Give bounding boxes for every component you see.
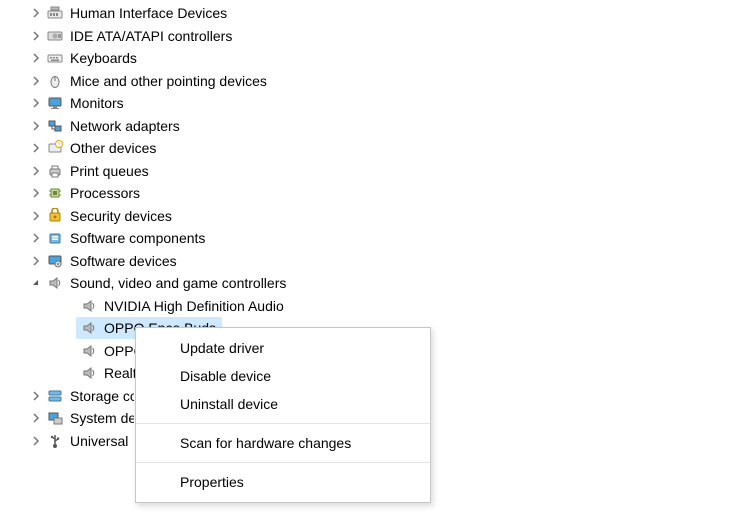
tree-node-software-components[interactable]: Software components (12, 227, 756, 250)
menu-separator (136, 423, 430, 424)
chevron-right-icon[interactable] (28, 50, 44, 66)
tree-node-label: Software devices (70, 252, 179, 270)
menu-item-disable[interactable]: Disable device (136, 362, 430, 390)
tree-node-processors[interactable]: Processors (12, 182, 756, 205)
tree-child-label: Realtek(R) Audio (104, 364, 138, 382)
menu-item-properties[interactable]: Properties (136, 468, 430, 496)
mouse-icon (46, 72, 64, 90)
tree-node-print-queues[interactable]: Print queues (12, 160, 756, 183)
tree-node-label: Network adapters (70, 117, 182, 135)
menu-item-scan[interactable]: Scan for hardware changes (136, 429, 430, 457)
speaker-icon (80, 364, 98, 382)
ide-icon (46, 27, 64, 45)
cpu-icon (46, 184, 64, 202)
network-icon (46, 117, 64, 135)
speaker-icon (80, 297, 98, 315)
storage-icon (46, 387, 64, 405)
menu-item-uninstall[interactable]: Uninstall device (136, 390, 430, 418)
svg-text:?: ? (58, 143, 61, 149)
context-menu: Update driverDisable deviceUninstall dev… (135, 327, 431, 503)
tree-node-other-devices[interactable]: ? Other devices (12, 137, 756, 160)
tree-node-ide-ata-atapi-controllers[interactable]: IDE ATA/ATAPI controllers (12, 25, 756, 48)
system-icon (46, 409, 64, 427)
monitor-icon (46, 94, 64, 112)
tree-node-label: Storage controllers (70, 387, 134, 405)
tree-node-label: Other devices (70, 139, 158, 157)
chevron-right-icon[interactable] (28, 230, 44, 246)
tree-node-label: Sound, video and game controllers (70, 274, 288, 292)
tree-child-nvidia-high-definition-audio[interactable]: NVIDIA High Definition Audio (12, 295, 756, 318)
security-icon (46, 207, 64, 225)
menu-separator (136, 462, 430, 463)
chevron-right-icon[interactable] (28, 388, 44, 404)
chevron-right-icon[interactable] (28, 185, 44, 201)
keyboard-icon (46, 49, 64, 67)
chevron-right-icon[interactable] (28, 5, 44, 21)
chevron-right-icon[interactable] (28, 118, 44, 134)
tree-node-label: Print queues (70, 162, 151, 180)
tree-node-label: Software components (70, 229, 207, 247)
chevron-right-icon[interactable] (28, 140, 44, 156)
tree-node-label: Human Interface Devices (70, 4, 229, 22)
sound-icon (46, 274, 64, 292)
tree-node-label: Keyboards (70, 49, 139, 67)
speaker-icon (80, 342, 98, 360)
chevron-right-icon[interactable] (28, 433, 44, 449)
tree-node-label: Universal Serial Bus controllers (70, 432, 130, 450)
chevron-right-icon[interactable] (28, 208, 44, 224)
component-icon (46, 229, 64, 247)
chevron-right-icon[interactable] (28, 28, 44, 44)
tree-node-keyboards[interactable]: Keyboards (12, 47, 756, 70)
other-icon: ? (46, 139, 64, 157)
tree-node-network-adapters[interactable]: Network adapters (12, 115, 756, 138)
chevron-right-icon[interactable] (28, 163, 44, 179)
tree-node-security-devices[interactable]: Security devices (12, 205, 756, 228)
usb-icon (46, 432, 64, 450)
tree-node-label: System devices (70, 409, 134, 427)
printer-icon (46, 162, 64, 180)
tree-node-software-devices[interactable]: Software devices (12, 250, 756, 273)
chevron-right-icon[interactable] (28, 253, 44, 269)
tree-node-sound-video-and-game-controllers[interactable]: Sound, video and game controllers (12, 272, 756, 295)
tree-node-monitors[interactable]: Monitors (12, 92, 756, 115)
hid-icon (46, 4, 64, 22)
tree-node-label: IDE ATA/ATAPI controllers (70, 27, 234, 45)
tree-child-label: NVIDIA High Definition Audio (104, 297, 286, 315)
tree-node-label: Security devices (70, 207, 174, 225)
tree-node-label: Monitors (70, 94, 126, 112)
chevron-right-icon[interactable] (28, 95, 44, 111)
tree-node-label: Mice and other pointing devices (70, 72, 269, 90)
speaker-icon (80, 319, 98, 337)
chevron-right-icon[interactable] (28, 73, 44, 89)
tree-node-label: Processors (70, 184, 142, 202)
softdev-icon (46, 252, 64, 270)
tree-node-mice-and-other-pointing-devices[interactable]: Mice and other pointing devices (12, 70, 756, 93)
chevron-right-icon[interactable] (28, 410, 44, 426)
menu-item-update[interactable]: Update driver (136, 334, 430, 362)
tree-node-human-interface-devices[interactable]: Human Interface Devices (12, 2, 756, 25)
chevron-down-icon[interactable] (28, 275, 44, 291)
